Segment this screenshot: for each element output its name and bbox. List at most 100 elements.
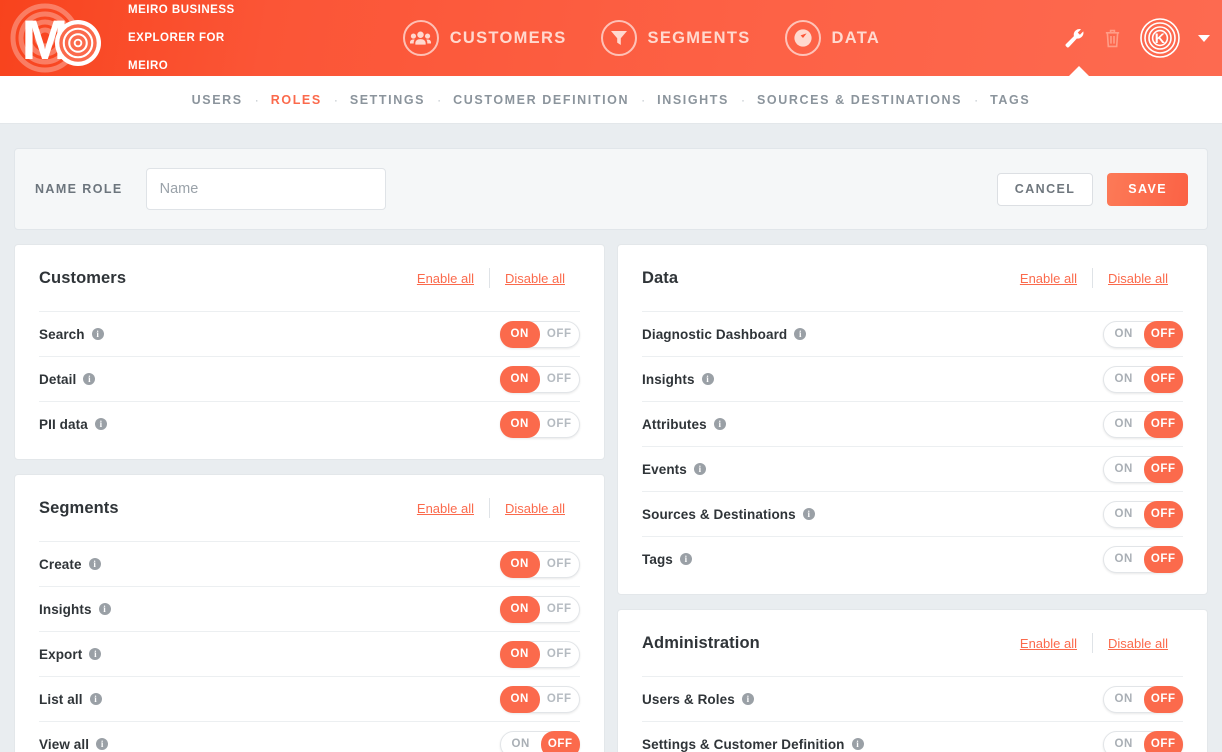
table-row: Events i ON OFF	[642, 446, 1183, 491]
toggle-on-label: ON	[1114, 507, 1133, 520]
toggle-data-tags[interactable]: ON OFF	[1103, 545, 1183, 573]
row-label: Diagnostic Dashboard	[642, 326, 788, 342]
toggle-segments-create[interactable]: ON OFF	[500, 550, 580, 578]
subnav-item-users[interactable]: USERS	[191, 93, 244, 107]
toggle-administration-users-roles[interactable]: ON OFF	[1103, 685, 1183, 713]
info-icon[interactable]: i	[802, 508, 815, 520]
enable-all-link-customers[interactable]: Enable all	[402, 271, 489, 286]
gauge-icon	[784, 20, 821, 56]
name-role-input[interactable]	[145, 168, 386, 210]
disable-all-link-data[interactable]: Disable all	[1093, 271, 1183, 286]
table-row: Settings & Customer Definition i ON OFF	[642, 721, 1183, 752]
panel-administration: Administration Enable all Disable all Us…	[617, 609, 1208, 752]
row-label: PII data	[39, 416, 88, 432]
enable-all-link-segments[interactable]: Enable all	[402, 501, 489, 516]
toggle-on-label: ON	[500, 320, 540, 348]
toggle-on-label: ON	[1114, 552, 1133, 565]
header-tools: K	[1064, 0, 1210, 76]
avatar[interactable]: K	[1140, 18, 1180, 58]
toggle-data-diagnostic-dashboard[interactable]: ON OFF	[1103, 320, 1183, 348]
panel-bottom-pad	[39, 446, 580, 459]
row-label: Insights	[642, 371, 695, 387]
row-label: List all	[39, 691, 83, 707]
info-icon[interactable]: i	[83, 373, 96, 385]
nav-item-customers[interactable]: CUSTOMERS	[402, 20, 567, 56]
toggle-off-label: OFF	[1143, 410, 1183, 438]
wrench-icon[interactable]	[1064, 28, 1085, 49]
info-icon[interactable]: i	[713, 418, 726, 430]
table-row: List all i ON OFF	[39, 676, 580, 721]
subnav-item-tags[interactable]: TAGS	[989, 93, 1031, 107]
table-row: View all i ON OFF	[39, 721, 580, 752]
panel-header: Data Enable all Disable all	[642, 245, 1183, 311]
panel-links: Enable all Disable all	[1005, 633, 1183, 653]
info-icon[interactable]: i	[741, 693, 754, 705]
info-icon[interactable]: i	[794, 328, 807, 340]
nav-label-segments: SEGMENTS	[647, 28, 751, 47]
enable-all-link-data[interactable]: Enable all	[1005, 271, 1092, 286]
row-label: Search	[39, 326, 85, 342]
subnav-separator: ·	[740, 92, 745, 107]
brand-line-2: EXPLORER FOR	[128, 32, 225, 44]
info-icon[interactable]: i	[679, 553, 692, 565]
info-icon[interactable]: i	[98, 603, 111, 615]
subnav-separator: ·	[641, 92, 646, 107]
disable-all-link-segments[interactable]: Disable all	[490, 501, 580, 516]
toggle-data-attributes[interactable]: ON OFF	[1103, 410, 1183, 438]
toggle-off-label: OFF	[540, 730, 580, 752]
info-icon[interactable]: i	[89, 648, 102, 660]
row-label: Settings & Customer Definition	[642, 736, 845, 752]
subnav-item-roles[interactable]: ROLES	[270, 93, 323, 107]
row-label: Users & Roles	[642, 691, 735, 707]
chevron-down-icon[interactable]	[1198, 34, 1210, 42]
panel-title-data: Data	[642, 268, 679, 287]
info-icon[interactable]: i	[89, 693, 102, 705]
subnav-item-customer-definition[interactable]: CUSTOMER DEFINITION	[452, 93, 630, 107]
info-icon[interactable]: i	[851, 738, 864, 750]
info-icon[interactable]: i	[693, 463, 706, 475]
disable-all-link-administration[interactable]: Disable all	[1093, 636, 1183, 651]
toggle-data-events[interactable]: ON OFF	[1103, 455, 1183, 483]
info-icon[interactable]: i	[91, 328, 104, 340]
table-row: Diagnostic Dashboard i ON OFF	[642, 311, 1183, 356]
disable-all-link-customers[interactable]: Disable all	[490, 271, 580, 286]
subnav-item-settings[interactable]: SETTINGS	[349, 93, 426, 107]
toggle-off-label: OFF	[546, 647, 572, 660]
toggle-on-label: ON	[500, 550, 540, 578]
nav-item-data[interactable]: DATA	[784, 20, 881, 56]
toggle-segments-view-all[interactable]: ON OFF	[500, 730, 580, 752]
toggle-customers-detail[interactable]: ON OFF	[500, 365, 580, 393]
table-row: Insights i ON OFF	[642, 356, 1183, 401]
toggle-off-label: OFF	[546, 372, 572, 385]
nav-item-segments[interactable]: SEGMENTS	[600, 20, 751, 56]
brand-title: MEIRO BUSINESS EXPLORER FOR MEIRO	[128, 0, 235, 87]
toggle-administration-settings-customer-definition[interactable]: ON OFF	[1103, 730, 1183, 752]
toggle-segments-insights[interactable]: ON OFF	[500, 595, 580, 623]
toggle-customers-search[interactable]: ON OFF	[500, 320, 580, 348]
toggle-off-label: OFF	[546, 692, 572, 705]
subnav-item-sources-destinations[interactable]: SOURCES & DESTINATIONS	[756, 93, 963, 107]
panel-title-customers: Customers	[39, 268, 127, 287]
toggle-data-sources-destinations[interactable]: ON OFF	[1103, 500, 1183, 528]
save-button[interactable]: SAVE	[1107, 172, 1188, 206]
trash-icon[interactable]	[1103, 28, 1122, 49]
table-row: Create i ON OFF	[39, 541, 580, 586]
cancel-button[interactable]: CANCEL	[996, 172, 1094, 206]
toggle-customers-pii-data[interactable]: ON OFF	[500, 410, 580, 438]
info-icon[interactable]: i	[701, 373, 714, 385]
enable-all-link-administration[interactable]: Enable all	[1005, 636, 1092, 651]
app-logo[interactable]: M	[0, 0, 110, 76]
active-tool-pointer	[1068, 66, 1090, 77]
toggle-segments-list-all[interactable]: ON OFF	[500, 685, 580, 713]
panel-data: Data Enable all Disable all Diagnostic D…	[617, 244, 1208, 595]
row-label: Sources & Destinations	[642, 506, 796, 522]
subnav-separator: ·	[437, 92, 442, 107]
toggle-off-label: OFF	[1143, 500, 1183, 528]
toggle-on-label: ON	[1114, 737, 1133, 750]
info-icon[interactable]: i	[94, 418, 107, 430]
subnav-item-insights[interactable]: INSIGHTS	[656, 93, 730, 107]
info-icon[interactable]: i	[88, 558, 101, 570]
toggle-data-insights[interactable]: ON OFF	[1103, 365, 1183, 393]
toggle-segments-export[interactable]: ON OFF	[500, 640, 580, 668]
info-icon[interactable]: i	[96, 738, 109, 750]
